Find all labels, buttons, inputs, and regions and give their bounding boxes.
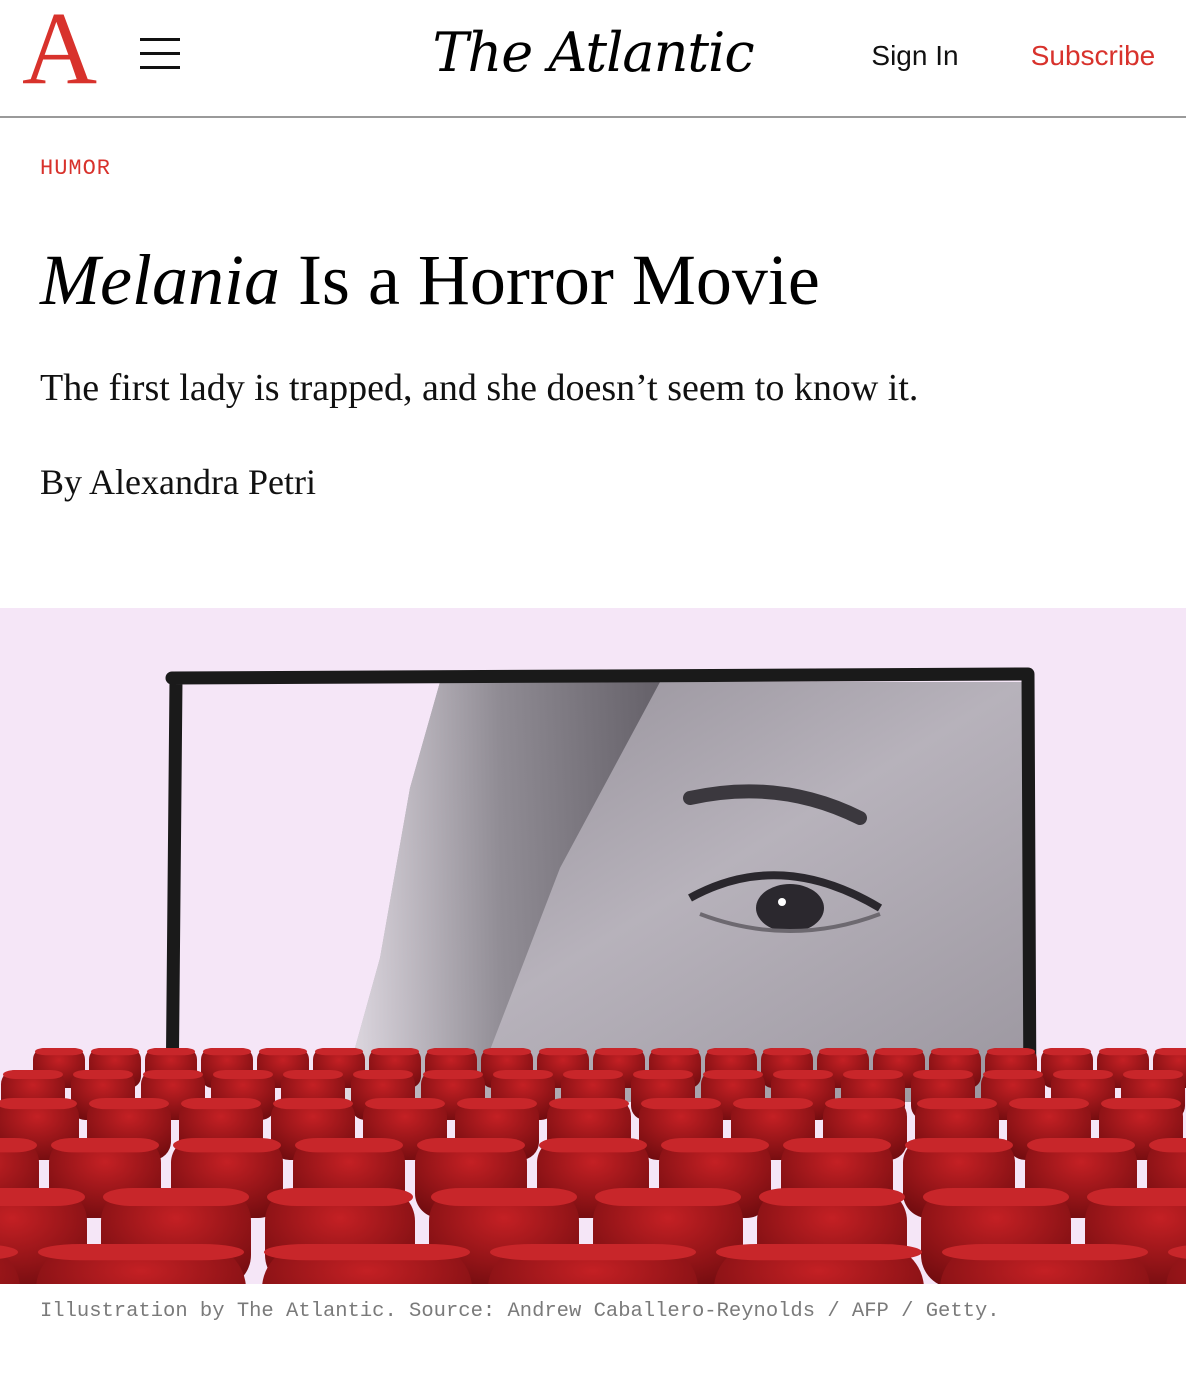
menu-line bbox=[140, 38, 180, 41]
theater-seats bbox=[0, 1048, 1186, 1284]
site-header: A The Atlantic Sign In Subscribe bbox=[0, 0, 1186, 118]
theater-seat-top bbox=[295, 1138, 403, 1153]
theater-seat-top bbox=[923, 1188, 1069, 1206]
theater-seat-top bbox=[1101, 1098, 1181, 1110]
theater-seat-top bbox=[431, 1188, 577, 1206]
theater-seat-top bbox=[931, 1048, 979, 1056]
theater-seat-top bbox=[1087, 1188, 1186, 1206]
theater-seat-top bbox=[942, 1244, 1148, 1261]
theater-seat-top bbox=[651, 1048, 699, 1056]
logo-a-icon[interactable]: A bbox=[22, 0, 97, 101]
theater-seat-top bbox=[1099, 1048, 1147, 1056]
theater-seat-top bbox=[595, 1048, 643, 1056]
theater-seat-top bbox=[1027, 1138, 1135, 1153]
theater-seat-top bbox=[89, 1098, 169, 1110]
theater-seat-top bbox=[371, 1048, 419, 1056]
theater-seat-top bbox=[539, 1138, 647, 1153]
subscribe-link[interactable]: Subscribe bbox=[1020, 36, 1166, 76]
theater-seat-top bbox=[1053, 1070, 1113, 1079]
image-caption: Illustration by The Atlantic. Source: An… bbox=[40, 1300, 1000, 1323]
theater-seat-top bbox=[365, 1098, 445, 1110]
theater-seat-top bbox=[315, 1048, 363, 1056]
byline: By Alexandra Petri bbox=[40, 456, 640, 508]
theater-seat-top bbox=[490, 1244, 696, 1261]
theater-seat-top bbox=[759, 1188, 905, 1206]
theater-seat-top bbox=[917, 1098, 997, 1110]
theater-seat-top bbox=[0, 1098, 77, 1110]
theater-seat-top bbox=[203, 1048, 251, 1056]
theater-seat-top bbox=[1043, 1048, 1091, 1056]
theater-seat-top bbox=[283, 1070, 343, 1079]
title-italic: Melania bbox=[40, 240, 280, 320]
theater-seat-top bbox=[3, 1070, 63, 1079]
eye-highlight bbox=[778, 898, 786, 906]
theater-seat-top bbox=[773, 1070, 833, 1079]
article-title: Melania Is a Horror Movie bbox=[40, 230, 1140, 330]
theater-seat-top bbox=[987, 1048, 1035, 1056]
theater-seat-top bbox=[264, 1244, 470, 1261]
theater-seat-top bbox=[661, 1138, 769, 1153]
theater-seat-top bbox=[843, 1070, 903, 1079]
theater-seat-top bbox=[493, 1070, 553, 1079]
theater-seat-top bbox=[549, 1098, 629, 1110]
theater-seat-top bbox=[143, 1070, 203, 1079]
theater-seat-top bbox=[483, 1048, 531, 1056]
theater-seat-top bbox=[1155, 1048, 1186, 1056]
theater-seat-top bbox=[273, 1098, 353, 1110]
theater-seat-top bbox=[875, 1048, 923, 1056]
theater-seat-top bbox=[173, 1138, 281, 1153]
theater-seat-top bbox=[595, 1188, 741, 1206]
theater-seat-top bbox=[417, 1138, 525, 1153]
theater-seat-top bbox=[539, 1048, 587, 1056]
theater-seat-top bbox=[181, 1098, 261, 1110]
hamburger-menu-icon[interactable] bbox=[138, 36, 182, 74]
theater-seat-top bbox=[35, 1048, 83, 1056]
theater-seat-top bbox=[259, 1048, 307, 1056]
sign-in-link[interactable]: Sign In bbox=[860, 36, 970, 76]
theater-seat-top bbox=[423, 1070, 483, 1079]
theater-seat-top bbox=[147, 1048, 195, 1056]
theater-seat-top bbox=[707, 1048, 755, 1056]
title-rest: Is a Horror Movie bbox=[279, 240, 820, 320]
theater-seat-top bbox=[427, 1048, 475, 1056]
theater-seat-top bbox=[1123, 1070, 1183, 1079]
brand-wordmark[interactable]: The Atlantic bbox=[420, 18, 766, 88]
theater-seat-top bbox=[633, 1070, 693, 1079]
theater-seat-top bbox=[825, 1098, 905, 1110]
menu-line bbox=[140, 52, 180, 55]
theater-seat-top bbox=[91, 1048, 139, 1056]
theater-seat-top bbox=[733, 1098, 813, 1110]
theater-seat-top bbox=[213, 1070, 273, 1079]
theater-seat-top bbox=[983, 1070, 1043, 1079]
theater-seat-top bbox=[73, 1070, 133, 1079]
theater-seat-top bbox=[103, 1188, 249, 1206]
theater-seat-top bbox=[353, 1070, 413, 1079]
theater-seat-top bbox=[0, 1188, 85, 1206]
theater-seat-top bbox=[457, 1098, 537, 1110]
theater-illustration bbox=[0, 667, 1186, 1284]
byline-prefix: By bbox=[40, 462, 90, 502]
theater-seat-top bbox=[563, 1070, 623, 1079]
author-link[interactable]: Alexandra Petri bbox=[89, 462, 316, 502]
theater-seat-top bbox=[51, 1138, 159, 1153]
eye-iris bbox=[756, 884, 824, 932]
theater-seat-top bbox=[913, 1070, 973, 1079]
movie-screen bbox=[165, 667, 1037, 1115]
theater-seat-top bbox=[763, 1048, 811, 1056]
theater-seat-top bbox=[267, 1188, 413, 1206]
theater-seat-top bbox=[703, 1070, 763, 1079]
hero-illustration bbox=[0, 608, 1186, 1284]
theater-seat-top bbox=[819, 1048, 867, 1056]
article-dek: The first lady is trapped, and she doesn… bbox=[40, 367, 919, 409]
section-rubric[interactable]: HUMOR bbox=[40, 152, 240, 186]
theater-seat-top bbox=[783, 1138, 891, 1153]
theater-seat-top bbox=[1009, 1098, 1089, 1110]
theater-seat-top bbox=[716, 1244, 922, 1261]
menu-line bbox=[140, 66, 180, 69]
theater-seat-top bbox=[38, 1244, 244, 1261]
theater-seat-top bbox=[905, 1138, 1013, 1153]
theater-seat-top bbox=[641, 1098, 721, 1110]
